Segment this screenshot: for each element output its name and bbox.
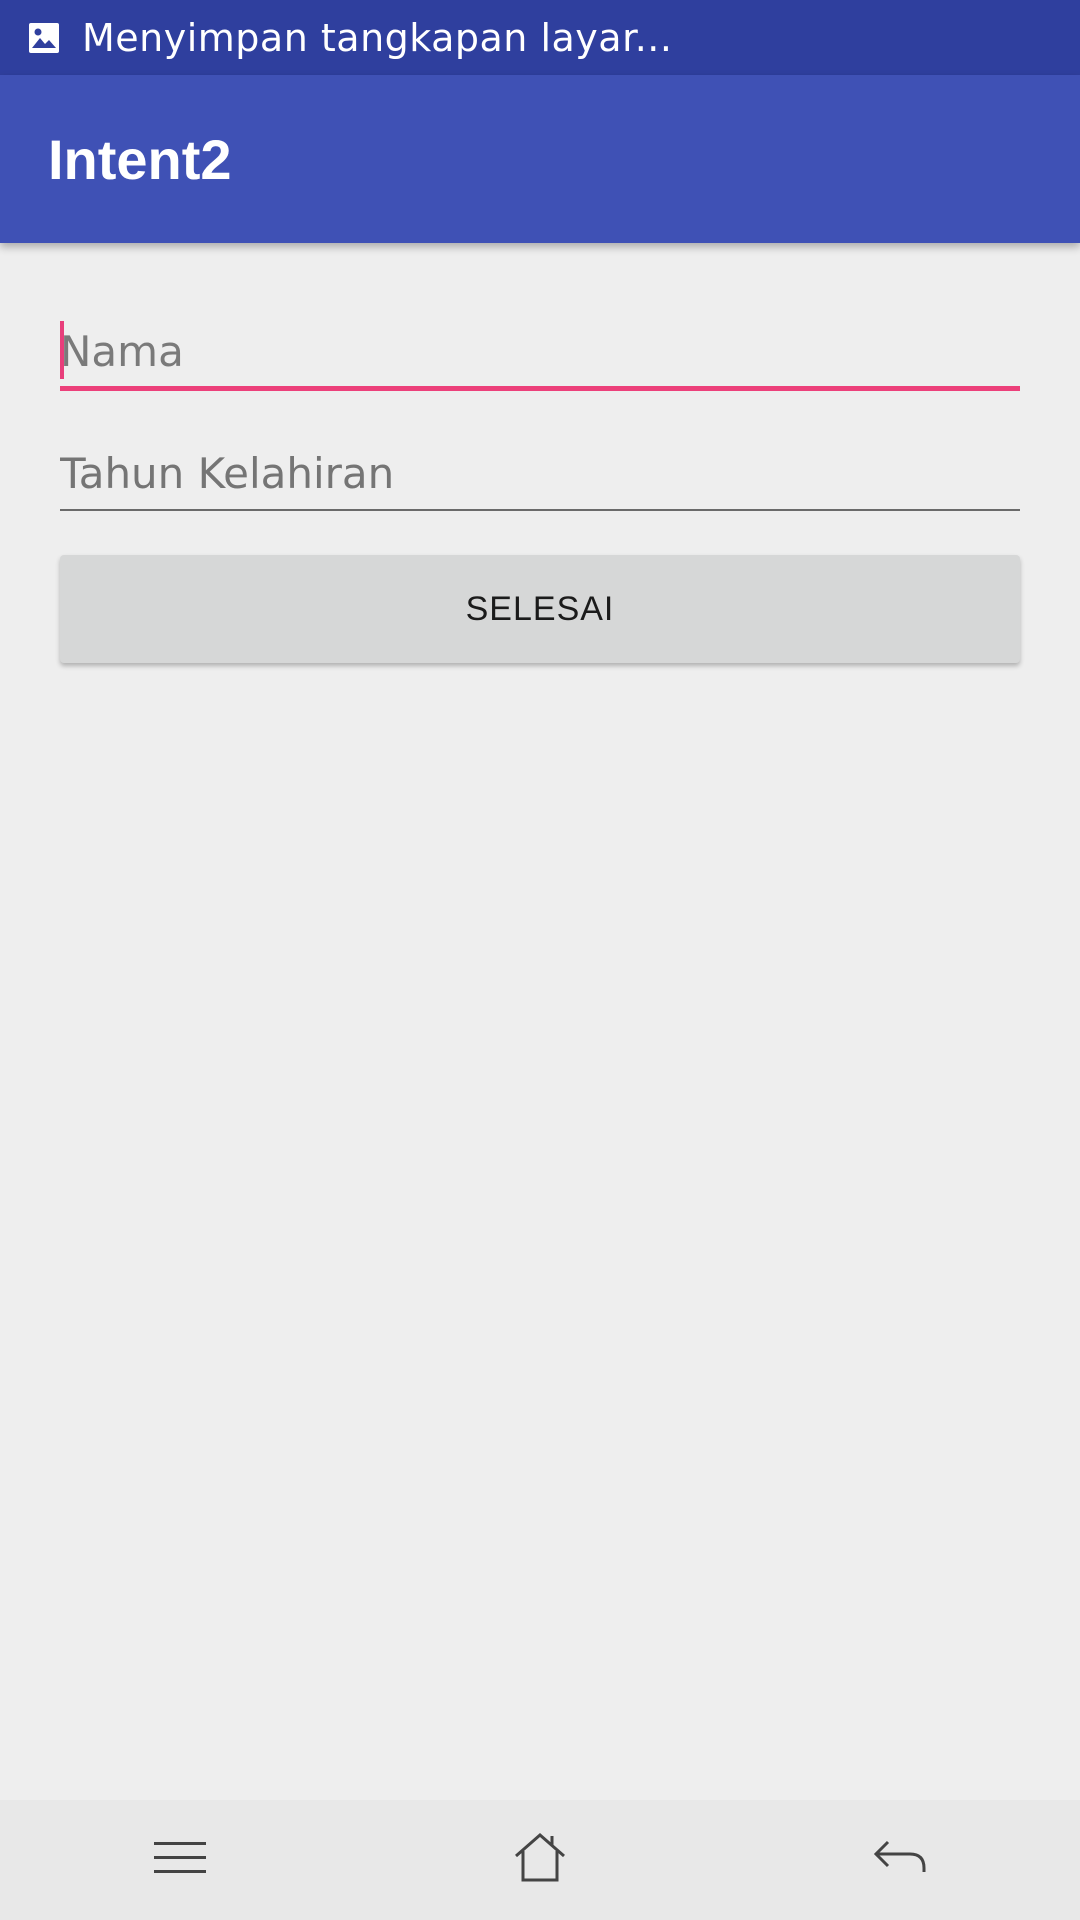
screen: Menyimpan tangkapan layar... Intent2 SEL… [0,0,1080,1920]
image-icon [28,22,60,54]
form: SELESAI [60,243,1020,663]
year-input[interactable] [60,443,1020,503]
navigation-bar [0,1800,1080,1920]
app-title: Intent2 [48,127,232,191]
menu-icon [152,1838,208,1882]
done-button[interactable]: SELESAI [60,555,1020,663]
home-icon [512,1832,568,1888]
app-bar: Intent2 [0,75,1080,243]
year-field-underline [60,509,1020,511]
name-field-container [60,243,1020,393]
text-cursor [60,321,64,379]
name-field-underline [60,386,1020,391]
status-bar: Menyimpan tangkapan layar... [0,0,1080,75]
name-input[interactable] [60,321,1020,381]
status-notification-text: Menyimpan tangkapan layar... [82,15,673,60]
menu-button[interactable] [140,1820,220,1900]
back-icon [872,1836,928,1884]
back-button[interactable] [860,1820,940,1900]
home-button[interactable] [500,1820,580,1900]
